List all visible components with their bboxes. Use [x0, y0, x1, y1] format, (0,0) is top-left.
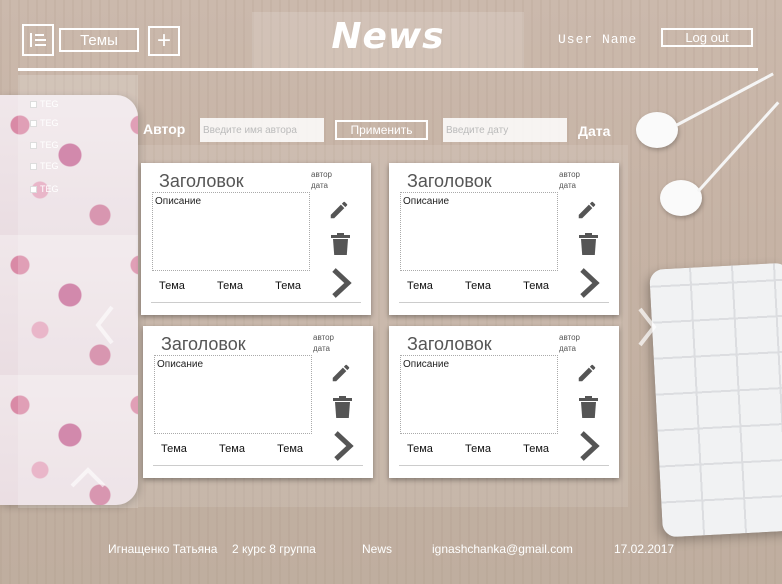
footer-email[interactable]: ignashchanka@gmail.com: [432, 542, 573, 556]
card-topic[interactable]: Тема: [407, 443, 433, 455]
card-divider: [153, 465, 363, 466]
footer-date: 17.02.2017: [614, 542, 675, 556]
chevron-right-icon[interactable]: [577, 267, 601, 299]
tag-label: TEG: [40, 161, 59, 171]
card-meta: автор дата: [313, 332, 334, 354]
tag-item[interactable]: TEG: [30, 99, 59, 109]
trash-icon[interactable]: [579, 233, 598, 255]
tag-label: TEG: [40, 118, 59, 128]
date-input[interactable]: Введите дату: [443, 118, 567, 142]
card-topics: Тема Тема Тема: [149, 280, 309, 292]
card-topic[interactable]: Тема: [277, 443, 303, 455]
card-author: автор: [313, 333, 334, 342]
news-card: Заголовок автор дата Описание Тема Тема Тема: [143, 326, 373, 478]
card-topic[interactable]: Тема: [217, 280, 243, 292]
footer-author: Игнащенко Татьяна: [108, 542, 218, 556]
card-author: автор: [311, 170, 332, 179]
trash-icon[interactable]: [331, 233, 350, 255]
card-author: автор: [559, 333, 580, 342]
card-description: Описание: [400, 192, 558, 271]
card-divider: [399, 302, 609, 303]
date-filter-label: Дата: [578, 123, 611, 139]
author-filter-label: Автор: [143, 121, 186, 137]
card-topic[interactable]: Тема: [523, 443, 549, 455]
footer: Игнащенко Татьяна 2 курс 8 группа News i…: [0, 534, 782, 564]
footer-group: 2 курс 8 группа: [232, 542, 316, 556]
header-divider: [18, 68, 758, 71]
earbud-cable: [696, 101, 780, 193]
card-meta: автор дата: [559, 169, 580, 191]
pencil-icon[interactable]: [328, 199, 350, 221]
earbud-cable: [675, 72, 774, 127]
card-topic[interactable]: Тема: [275, 280, 301, 292]
card-description: Описание: [152, 192, 310, 271]
card-topics: Тема Тема Тема: [397, 280, 557, 292]
chevron-up-icon[interactable]: [70, 466, 106, 488]
topics-button[interactable]: Темы: [59, 28, 139, 52]
tag-item[interactable]: TEG: [30, 118, 59, 128]
tag-checkbox[interactable]: [30, 141, 37, 149]
tag-item[interactable]: TEG: [30, 161, 59, 171]
pencil-icon[interactable]: [330, 362, 352, 384]
pencil-icon[interactable]: [576, 199, 598, 221]
tag-item[interactable]: TEG: [30, 140, 59, 150]
news-card: Заголовок автор дата Описание Тема Тема Тема: [389, 163, 619, 315]
tag-checkbox[interactable]: [30, 100, 37, 108]
chevron-left-icon[interactable]: [94, 304, 116, 346]
tag-item[interactable]: TEG: [30, 184, 59, 194]
keyboard-decoration: [649, 262, 782, 538]
card-divider: [399, 465, 609, 466]
card-description: Описание: [400, 355, 558, 434]
card-topics: Тема Тема Тема: [151, 443, 311, 455]
news-card: Заголовок автор дата Описание Тема Тема Тема: [141, 163, 371, 315]
tag-label: TEG: [40, 184, 59, 194]
card-date: дата: [311, 181, 328, 190]
card-topic[interactable]: Тема: [523, 280, 549, 292]
footer-site: News: [362, 542, 393, 556]
card-date: дата: [313, 344, 330, 353]
chevron-right-icon[interactable]: [577, 430, 601, 462]
card-description: Описание: [154, 355, 312, 434]
tag-label: TEG: [40, 140, 59, 150]
tag-checkbox[interactable]: [30, 162, 37, 170]
add-button[interactable]: +: [148, 26, 180, 56]
card-title: Заголовок: [407, 171, 492, 191]
card-topic[interactable]: Тема: [407, 280, 433, 292]
tag-label: TEG: [40, 99, 59, 109]
card-topic[interactable]: Тема: [159, 280, 185, 292]
card-topic[interactable]: Тема: [465, 280, 491, 292]
site-logo: News: [331, 16, 445, 57]
trash-icon[interactable]: [579, 396, 598, 418]
chevron-right-icon[interactable]: [331, 430, 355, 462]
apply-button[interactable]: Применить: [335, 120, 428, 140]
trash-icon[interactable]: [333, 396, 352, 418]
card-topic[interactable]: Тема: [219, 443, 245, 455]
tag-checkbox[interactable]: [30, 119, 37, 127]
logout-button[interactable]: Log out: [661, 28, 753, 47]
author-input[interactable]: Введите имя автора: [200, 118, 324, 142]
pencil-icon[interactable]: [576, 362, 598, 384]
card-topic[interactable]: Тема: [161, 443, 187, 455]
card-title: Заголовок: [161, 334, 246, 354]
card-title: Заголовок: [159, 171, 244, 191]
user-name: User Name: [558, 32, 638, 47]
earbud-decoration: [636, 112, 678, 148]
menu-button[interactable]: [22, 24, 54, 56]
card-topics: Тема Тема Тема: [397, 443, 557, 455]
chevron-right-icon[interactable]: [329, 267, 353, 299]
card-meta: автор дата: [311, 169, 332, 191]
card-topic[interactable]: Тема: [465, 443, 491, 455]
card-date: дата: [559, 344, 576, 353]
menu-icon: [30, 33, 46, 47]
earbud-decoration: [660, 180, 702, 216]
tag-checkbox[interactable]: [30, 185, 37, 193]
chevron-right-icon[interactable]: [636, 306, 658, 348]
card-divider: [151, 302, 361, 303]
news-card: Заголовок автор дата Описание Тема Тема Тема: [389, 326, 619, 478]
card-meta: автор дата: [559, 332, 580, 354]
card-author: автор: [559, 170, 580, 179]
card-title: Заголовок: [407, 334, 492, 354]
card-date: дата: [559, 181, 576, 190]
